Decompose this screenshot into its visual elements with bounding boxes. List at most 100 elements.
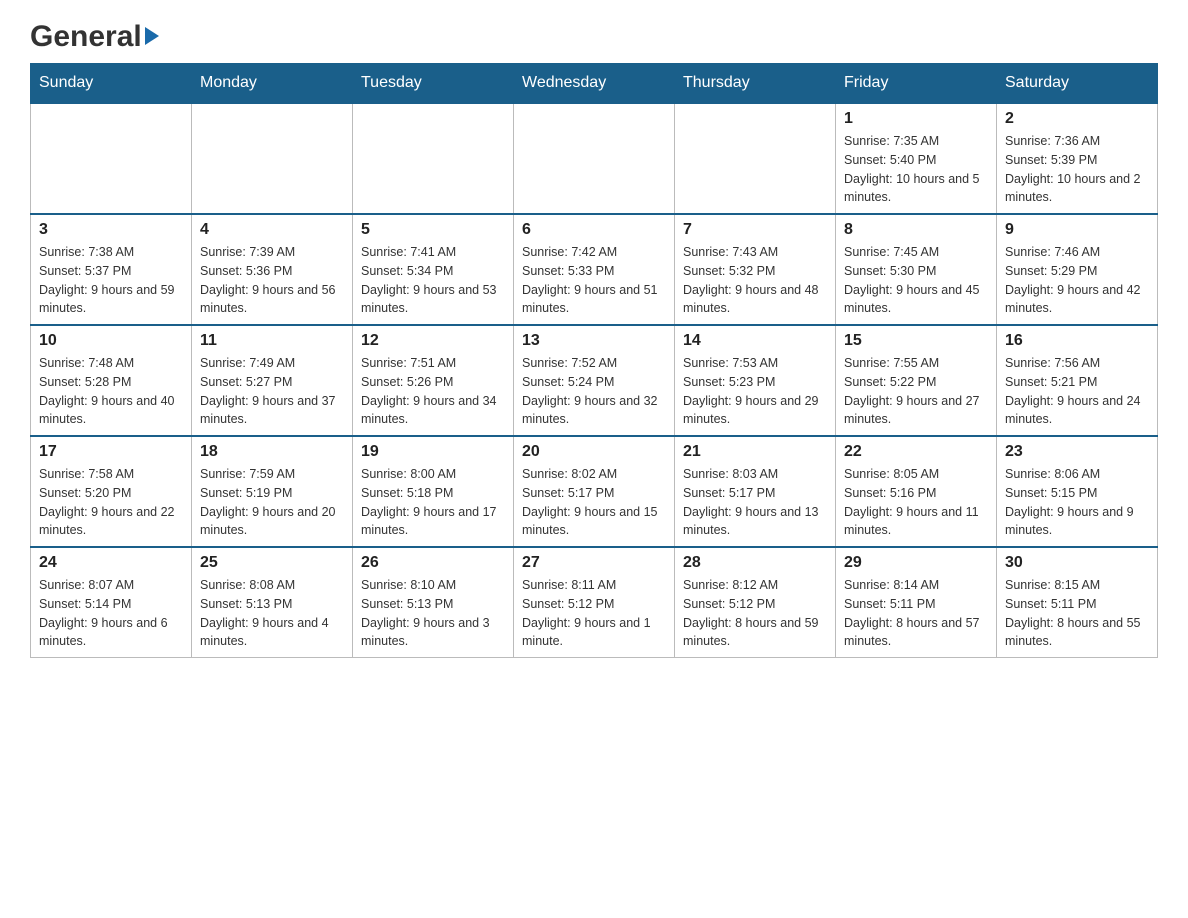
calendar-cell: 1 Sunrise: 7:35 AM Sunset: 5:40 PM Daylig… [836,103,997,214]
day-of-week-header: Thursday [675,64,836,104]
day-info: Sunrise: 7:59 AM Sunset: 5:19 PM Dayligh… [200,465,344,540]
calendar-week-row: 3Sunrise: 7:38 AM Sunset: 5:37 PM Daylig… [31,214,1158,325]
calendar-cell: 8 Sunrise: 7:45 AM Sunset: 5:30 PM Daylig… [836,214,997,325]
day-number: 12 [361,332,505,350]
day-number: 4 [200,221,344,239]
day-number: 8 [844,221,988,239]
calendar-cell: 30 Sunrise: 8:15 AM Sunset: 5:11 PM Dayli… [997,547,1158,658]
day-info: Sunrise: 8:03 AM Sunset: 5:17 PM Dayligh… [683,465,827,540]
day-info: Sunrise: 8:10 AM Sunset: 5:13 PM Dayligh… [361,576,505,651]
day-number: 6 [522,221,666,239]
day-number: 9 [1005,221,1149,239]
day-number: 2 [1005,110,1149,128]
day-info: Sunrise: 7:52 AM Sunset: 5:24 PM Dayligh… [522,354,666,429]
calendar-cell: 23 Sunrise: 8:06 AM Sunset: 5:15 PM Dayli… [997,436,1158,547]
day-number: 1 [844,110,988,128]
calendar-cell: 6 Sunrise: 7:42 AM Sunset: 5:33 PM Daylig… [514,214,675,325]
calendar-cell: 20Sunrise: 8:02 AM Sunset: 5:17 PM Dayli… [514,436,675,547]
calendar-cell: 28 Sunrise: 8:12 AM Sunset: 5:12 PM Dayli… [675,547,836,658]
day-info: Sunrise: 8:05 AM Sunset: 5:16 PM Dayligh… [844,465,988,540]
day-info: Sunrise: 7:49 AM Sunset: 5:27 PM Dayligh… [200,354,344,429]
day-of-week-header: Monday [192,64,353,104]
day-number: 24 [39,554,183,572]
day-info: Sunrise: 7:58 AM Sunset: 5:20 PM Dayligh… [39,465,183,540]
day-info: Sunrise: 7:53 AM Sunset: 5:23 PM Dayligh… [683,354,827,429]
calendar-cell: 25 Sunrise: 8:08 AM Sunset: 5:13 PM Dayli… [192,547,353,658]
calendar-cell: 18 Sunrise: 7:59 AM Sunset: 5:19 PM Dayli… [192,436,353,547]
day-info: Sunrise: 8:08 AM Sunset: 5:13 PM Dayligh… [200,576,344,651]
day-info: Sunrise: 7:45 AM Sunset: 5:30 PM Dayligh… [844,243,988,318]
day-number: 25 [200,554,344,572]
calendar-cell: 11 Sunrise: 7:49 AM Sunset: 5:27 PM Dayli… [192,325,353,436]
calendar-cell [514,103,675,214]
day-info: Sunrise: 7:35 AM Sunset: 5:40 PM Dayligh… [844,132,988,207]
day-info: Sunrise: 7:39 AM Sunset: 5:36 PM Dayligh… [200,243,344,318]
calendar-cell: 5 Sunrise: 7:41 AM Sunset: 5:34 PM Daylig… [353,214,514,325]
calendar-cell: 7Sunrise: 7:43 AM Sunset: 5:32 PM Daylig… [675,214,836,325]
day-info: Sunrise: 8:02 AM Sunset: 5:17 PM Dayligh… [522,465,666,540]
page-header: General [30,20,1158,53]
calendar-cell [192,103,353,214]
day-number: 15 [844,332,988,350]
logo: General [30,20,159,53]
calendar-cell: 14 Sunrise: 7:53 AM Sunset: 5:23 PM Dayli… [675,325,836,436]
day-info: Sunrise: 7:43 AM Sunset: 5:32 PM Dayligh… [683,243,827,318]
calendar-cell: 10Sunrise: 7:48 AM Sunset: 5:28 PM Dayli… [31,325,192,436]
calendar-table: SundayMondayTuesdayWednesdayThursdayFrid… [30,63,1158,658]
day-number: 28 [683,554,827,572]
day-info: Sunrise: 8:15 AM Sunset: 5:11 PM Dayligh… [1005,576,1149,651]
day-number: 23 [1005,443,1149,461]
day-number: 11 [200,332,344,350]
calendar-cell: 17 Sunrise: 7:58 AM Sunset: 5:20 PM Dayli… [31,436,192,547]
day-number: 16 [1005,332,1149,350]
day-number: 21 [683,443,827,461]
calendar-cell: 15Sunrise: 7:55 AM Sunset: 5:22 PM Dayli… [836,325,997,436]
day-info: Sunrise: 8:06 AM Sunset: 5:15 PM Dayligh… [1005,465,1149,540]
calendar-cell: 21 Sunrise: 8:03 AM Sunset: 5:17 PM Dayli… [675,436,836,547]
calendar-cell [31,103,192,214]
day-of-week-header: Saturday [997,64,1158,104]
calendar-cell: 29 Sunrise: 8:14 AM Sunset: 5:11 PM Dayli… [836,547,997,658]
day-number: 29 [844,554,988,572]
calendar-cell: 9 Sunrise: 7:46 AM Sunset: 5:29 PM Daylig… [997,214,1158,325]
calendar-cell: 3Sunrise: 7:38 AM Sunset: 5:37 PM Daylig… [31,214,192,325]
calendar-week-row: 10Sunrise: 7:48 AM Sunset: 5:28 PM Dayli… [31,325,1158,436]
day-info: Sunrise: 7:46 AM Sunset: 5:29 PM Dayligh… [1005,243,1149,318]
calendar-cell: 22 Sunrise: 8:05 AM Sunset: 5:16 PM Dayli… [836,436,997,547]
day-info: Sunrise: 8:14 AM Sunset: 5:11 PM Dayligh… [844,576,988,651]
day-number: 26 [361,554,505,572]
day-number: 17 [39,443,183,461]
day-info: Sunrise: 7:51 AM Sunset: 5:26 PM Dayligh… [361,354,505,429]
day-number: 10 [39,332,183,350]
day-info: Sunrise: 7:38 AM Sunset: 5:37 PM Dayligh… [39,243,183,318]
day-number: 30 [1005,554,1149,572]
day-info: Sunrise: 8:11 AM Sunset: 5:12 PM Dayligh… [522,576,666,651]
calendar-cell: 12 Sunrise: 7:51 AM Sunset: 5:26 PM Dayli… [353,325,514,436]
day-of-week-header: Wednesday [514,64,675,104]
calendar-cell: 4 Sunrise: 7:39 AM Sunset: 5:36 PM Daylig… [192,214,353,325]
day-info: Sunrise: 8:07 AM Sunset: 5:14 PM Dayligh… [39,576,183,651]
day-info: Sunrise: 8:00 AM Sunset: 5:18 PM Dayligh… [361,465,505,540]
day-info: Sunrise: 7:42 AM Sunset: 5:33 PM Dayligh… [522,243,666,318]
calendar-cell [353,103,514,214]
calendar-cell: 16Sunrise: 7:56 AM Sunset: 5:21 PM Dayli… [997,325,1158,436]
logo-arrow-icon [145,27,159,45]
day-info: Sunrise: 7:41 AM Sunset: 5:34 PM Dayligh… [361,243,505,318]
calendar-cell: 2Sunrise: 7:36 AM Sunset: 5:39 PM Daylig… [997,103,1158,214]
day-number: 22 [844,443,988,461]
day-number: 14 [683,332,827,350]
logo-word1: General [30,20,142,53]
calendar-week-row: 1 Sunrise: 7:35 AM Sunset: 5:40 PM Daylig… [31,103,1158,214]
calendar-cell: 13Sunrise: 7:52 AM Sunset: 5:24 PM Dayli… [514,325,675,436]
calendar-week-row: 17 Sunrise: 7:58 AM Sunset: 5:20 PM Dayli… [31,436,1158,547]
day-of-week-header: Friday [836,64,997,104]
calendar-week-row: 24 Sunrise: 8:07 AM Sunset: 5:14 PM Dayli… [31,547,1158,658]
calendar-cell [675,103,836,214]
day-number: 27 [522,554,666,572]
calendar-cell: 24 Sunrise: 8:07 AM Sunset: 5:14 PM Dayli… [31,547,192,658]
day-number: 18 [200,443,344,461]
calendar-cell: 26 Sunrise: 8:10 AM Sunset: 5:13 PM Dayli… [353,547,514,658]
day-info: Sunrise: 8:12 AM Sunset: 5:12 PM Dayligh… [683,576,827,651]
day-number: 5 [361,221,505,239]
calendar-cell: 27 Sunrise: 8:11 AM Sunset: 5:12 PM Dayli… [514,547,675,658]
